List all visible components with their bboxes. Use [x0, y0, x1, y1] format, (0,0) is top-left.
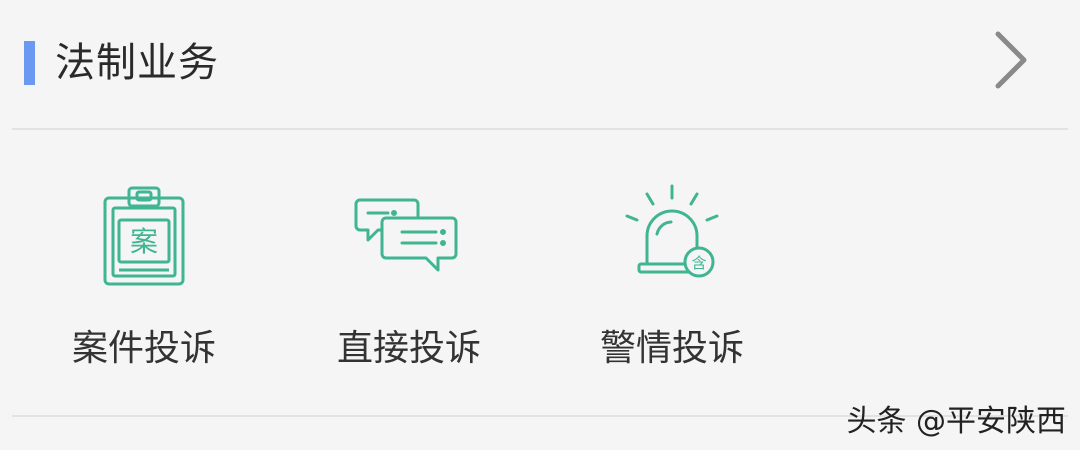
service-label: 直接投诉	[336, 328, 481, 369]
service-tile-direct-complaint[interactable]: 直接投诉	[309, 150, 509, 390]
watermark-text: 头条 @平安陕西	[846, 404, 1066, 439]
chat-bubbles-icon	[354, 198, 458, 272]
service-tile-alarm-complaint[interactable]: 含 警情投诉	[572, 150, 772, 390]
divider	[12, 128, 1068, 130]
section-accent-bar	[24, 41, 35, 85]
svg-text:含: 含	[691, 254, 706, 272]
chevron-right-icon[interactable]	[988, 30, 1034, 90]
section-header[interactable]: 法制业务	[0, 0, 1080, 128]
case-clipboard-icon: 案	[103, 186, 185, 286]
section-title: 法制业务	[55, 40, 219, 86]
svg-text:案: 案	[130, 225, 158, 258]
alarm-siren-icon: 含	[625, 184, 719, 278]
service-tile-case-complaint[interactable]: 案 案件投诉	[44, 150, 244, 390]
service-label: 警情投诉	[599, 328, 744, 369]
service-label: 案件投诉	[71, 328, 216, 369]
